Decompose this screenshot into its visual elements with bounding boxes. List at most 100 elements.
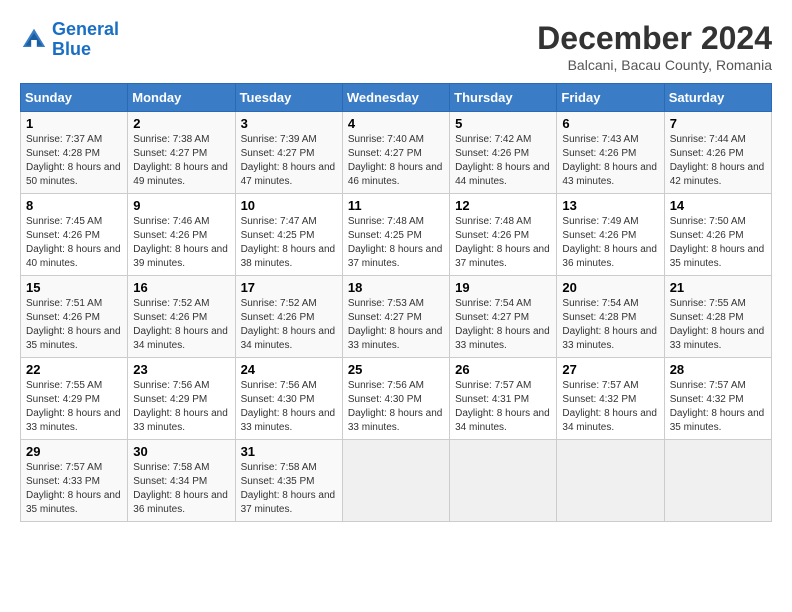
day-info: Sunrise: 7:57 AM Sunset: 4:32 PM Dayligh… bbox=[562, 379, 658, 435]
calendar-cell bbox=[342, 440, 449, 522]
calendar-week-3: 15 Sunrise: 7:51 AM Sunset: 4:26 PM Dayl… bbox=[21, 276, 772, 358]
calendar-cell: 30 Sunrise: 7:58 AM Sunset: 4:34 PM Dayl… bbox=[128, 440, 235, 522]
weekday-saturday: Saturday bbox=[664, 84, 771, 112]
calendar-cell: 17 Sunrise: 7:52 AM Sunset: 4:26 PM Dayl… bbox=[235, 276, 342, 358]
day-info: Sunrise: 7:57 AM Sunset: 4:31 PM Dayligh… bbox=[455, 379, 551, 435]
calendar-week-1: 1 Sunrise: 7:37 AM Sunset: 4:28 PM Dayli… bbox=[21, 112, 772, 194]
day-number: 29 bbox=[26, 444, 122, 459]
calendar-cell: 15 Sunrise: 7:51 AM Sunset: 4:26 PM Dayl… bbox=[21, 276, 128, 358]
day-number: 7 bbox=[670, 116, 766, 131]
calendar-table: SundayMondayTuesdayWednesdayThursdayFrid… bbox=[20, 83, 772, 522]
day-info: Sunrise: 7:56 AM Sunset: 4:30 PM Dayligh… bbox=[348, 379, 444, 435]
calendar-cell: 25 Sunrise: 7:56 AM Sunset: 4:30 PM Dayl… bbox=[342, 358, 449, 440]
day-info: Sunrise: 7:54 AM Sunset: 4:27 PM Dayligh… bbox=[455, 297, 551, 353]
weekday-tuesday: Tuesday bbox=[235, 84, 342, 112]
calendar-cell: 23 Sunrise: 7:56 AM Sunset: 4:29 PM Dayl… bbox=[128, 358, 235, 440]
day-info: Sunrise: 7:50 AM Sunset: 4:26 PM Dayligh… bbox=[670, 215, 766, 271]
day-info: Sunrise: 7:43 AM Sunset: 4:26 PM Dayligh… bbox=[562, 133, 658, 189]
day-number: 3 bbox=[241, 116, 337, 131]
calendar-cell: 31 Sunrise: 7:58 AM Sunset: 4:35 PM Dayl… bbox=[235, 440, 342, 522]
day-info: Sunrise: 7:45 AM Sunset: 4:26 PM Dayligh… bbox=[26, 215, 122, 271]
day-number: 31 bbox=[241, 444, 337, 459]
day-number: 23 bbox=[133, 362, 229, 377]
day-info: Sunrise: 7:52 AM Sunset: 4:26 PM Dayligh… bbox=[133, 297, 229, 353]
day-info: Sunrise: 7:57 AM Sunset: 4:32 PM Dayligh… bbox=[670, 379, 766, 435]
logo-icon bbox=[20, 26, 48, 54]
day-info: Sunrise: 7:51 AM Sunset: 4:26 PM Dayligh… bbox=[26, 297, 122, 353]
calendar-cell: 28 Sunrise: 7:57 AM Sunset: 4:32 PM Dayl… bbox=[664, 358, 771, 440]
calendar-cell: 1 Sunrise: 7:37 AM Sunset: 4:28 PM Dayli… bbox=[21, 112, 128, 194]
day-number: 5 bbox=[455, 116, 551, 131]
day-info: Sunrise: 7:44 AM Sunset: 4:26 PM Dayligh… bbox=[670, 133, 766, 189]
calendar-cell: 3 Sunrise: 7:39 AM Sunset: 4:27 PM Dayli… bbox=[235, 112, 342, 194]
calendar-cell: 2 Sunrise: 7:38 AM Sunset: 4:27 PM Dayli… bbox=[128, 112, 235, 194]
day-info: Sunrise: 7:49 AM Sunset: 4:26 PM Dayligh… bbox=[562, 215, 658, 271]
day-info: Sunrise: 7:47 AM Sunset: 4:25 PM Dayligh… bbox=[241, 215, 337, 271]
day-info: Sunrise: 7:38 AM Sunset: 4:27 PM Dayligh… bbox=[133, 133, 229, 189]
day-info: Sunrise: 7:40 AM Sunset: 4:27 PM Dayligh… bbox=[348, 133, 444, 189]
day-info: Sunrise: 7:42 AM Sunset: 4:26 PM Dayligh… bbox=[455, 133, 551, 189]
logo: General Blue bbox=[20, 20, 119, 60]
calendar-cell: 5 Sunrise: 7:42 AM Sunset: 4:26 PM Dayli… bbox=[450, 112, 557, 194]
calendar-cell: 8 Sunrise: 7:45 AM Sunset: 4:26 PM Dayli… bbox=[21, 194, 128, 276]
calendar-cell: 13 Sunrise: 7:49 AM Sunset: 4:26 PM Dayl… bbox=[557, 194, 664, 276]
title-block: December 2024 Balcani, Bacau County, Rom… bbox=[537, 20, 772, 73]
weekday-header-row: SundayMondayTuesdayWednesdayThursdayFrid… bbox=[21, 84, 772, 112]
calendar-cell: 14 Sunrise: 7:50 AM Sunset: 4:26 PM Dayl… bbox=[664, 194, 771, 276]
day-info: Sunrise: 7:48 AM Sunset: 4:26 PM Dayligh… bbox=[455, 215, 551, 271]
day-number: 24 bbox=[241, 362, 337, 377]
day-info: Sunrise: 7:58 AM Sunset: 4:35 PM Dayligh… bbox=[241, 461, 337, 517]
day-number: 27 bbox=[562, 362, 658, 377]
day-number: 16 bbox=[133, 280, 229, 295]
day-info: Sunrise: 7:55 AM Sunset: 4:29 PM Dayligh… bbox=[26, 379, 122, 435]
weekday-wednesday: Wednesday bbox=[342, 84, 449, 112]
calendar-week-5: 29 Sunrise: 7:57 AM Sunset: 4:33 PM Dayl… bbox=[21, 440, 772, 522]
day-number: 12 bbox=[455, 198, 551, 213]
page-header: General Blue December 2024 Balcani, Baca… bbox=[20, 20, 772, 73]
calendar-cell: 29 Sunrise: 7:57 AM Sunset: 4:33 PM Dayl… bbox=[21, 440, 128, 522]
calendar-cell: 16 Sunrise: 7:52 AM Sunset: 4:26 PM Dayl… bbox=[128, 276, 235, 358]
logo-text: General Blue bbox=[52, 20, 119, 60]
calendar-cell bbox=[557, 440, 664, 522]
day-number: 6 bbox=[562, 116, 658, 131]
day-number: 4 bbox=[348, 116, 444, 131]
calendar-cell bbox=[664, 440, 771, 522]
day-info: Sunrise: 7:56 AM Sunset: 4:30 PM Dayligh… bbox=[241, 379, 337, 435]
day-number: 1 bbox=[26, 116, 122, 131]
day-info: Sunrise: 7:57 AM Sunset: 4:33 PM Dayligh… bbox=[26, 461, 122, 517]
calendar-week-4: 22 Sunrise: 7:55 AM Sunset: 4:29 PM Dayl… bbox=[21, 358, 772, 440]
day-number: 26 bbox=[455, 362, 551, 377]
day-number: 25 bbox=[348, 362, 444, 377]
weekday-monday: Monday bbox=[128, 84, 235, 112]
calendar-cell: 4 Sunrise: 7:40 AM Sunset: 4:27 PM Dayli… bbox=[342, 112, 449, 194]
day-number: 22 bbox=[26, 362, 122, 377]
calendar-cell: 10 Sunrise: 7:47 AM Sunset: 4:25 PM Dayl… bbox=[235, 194, 342, 276]
calendar-cell: 19 Sunrise: 7:54 AM Sunset: 4:27 PM Dayl… bbox=[450, 276, 557, 358]
calendar-cell bbox=[450, 440, 557, 522]
calendar-cell: 6 Sunrise: 7:43 AM Sunset: 4:26 PM Dayli… bbox=[557, 112, 664, 194]
day-info: Sunrise: 7:39 AM Sunset: 4:27 PM Dayligh… bbox=[241, 133, 337, 189]
calendar-cell: 12 Sunrise: 7:48 AM Sunset: 4:26 PM Dayl… bbox=[450, 194, 557, 276]
calendar-cell: 26 Sunrise: 7:57 AM Sunset: 4:31 PM Dayl… bbox=[450, 358, 557, 440]
calendar-cell: 21 Sunrise: 7:55 AM Sunset: 4:28 PM Dayl… bbox=[664, 276, 771, 358]
calendar-cell: 20 Sunrise: 7:54 AM Sunset: 4:28 PM Dayl… bbox=[557, 276, 664, 358]
calendar-body: 1 Sunrise: 7:37 AM Sunset: 4:28 PM Dayli… bbox=[21, 112, 772, 522]
day-info: Sunrise: 7:37 AM Sunset: 4:28 PM Dayligh… bbox=[26, 133, 122, 189]
day-number: 10 bbox=[241, 198, 337, 213]
calendar-cell: 18 Sunrise: 7:53 AM Sunset: 4:27 PM Dayl… bbox=[342, 276, 449, 358]
calendar-cell: 11 Sunrise: 7:48 AM Sunset: 4:25 PM Dayl… bbox=[342, 194, 449, 276]
weekday-thursday: Thursday bbox=[450, 84, 557, 112]
day-number: 19 bbox=[455, 280, 551, 295]
day-info: Sunrise: 7:54 AM Sunset: 4:28 PM Dayligh… bbox=[562, 297, 658, 353]
day-number: 28 bbox=[670, 362, 766, 377]
weekday-friday: Friday bbox=[557, 84, 664, 112]
day-info: Sunrise: 7:52 AM Sunset: 4:26 PM Dayligh… bbox=[241, 297, 337, 353]
day-number: 17 bbox=[241, 280, 337, 295]
calendar-cell: 27 Sunrise: 7:57 AM Sunset: 4:32 PM Dayl… bbox=[557, 358, 664, 440]
day-info: Sunrise: 7:46 AM Sunset: 4:26 PM Dayligh… bbox=[133, 215, 229, 271]
day-info: Sunrise: 7:53 AM Sunset: 4:27 PM Dayligh… bbox=[348, 297, 444, 353]
day-number: 14 bbox=[670, 198, 766, 213]
day-info: Sunrise: 7:48 AM Sunset: 4:25 PM Dayligh… bbox=[348, 215, 444, 271]
location-title: Balcani, Bacau County, Romania bbox=[537, 57, 772, 73]
day-number: 9 bbox=[133, 198, 229, 213]
